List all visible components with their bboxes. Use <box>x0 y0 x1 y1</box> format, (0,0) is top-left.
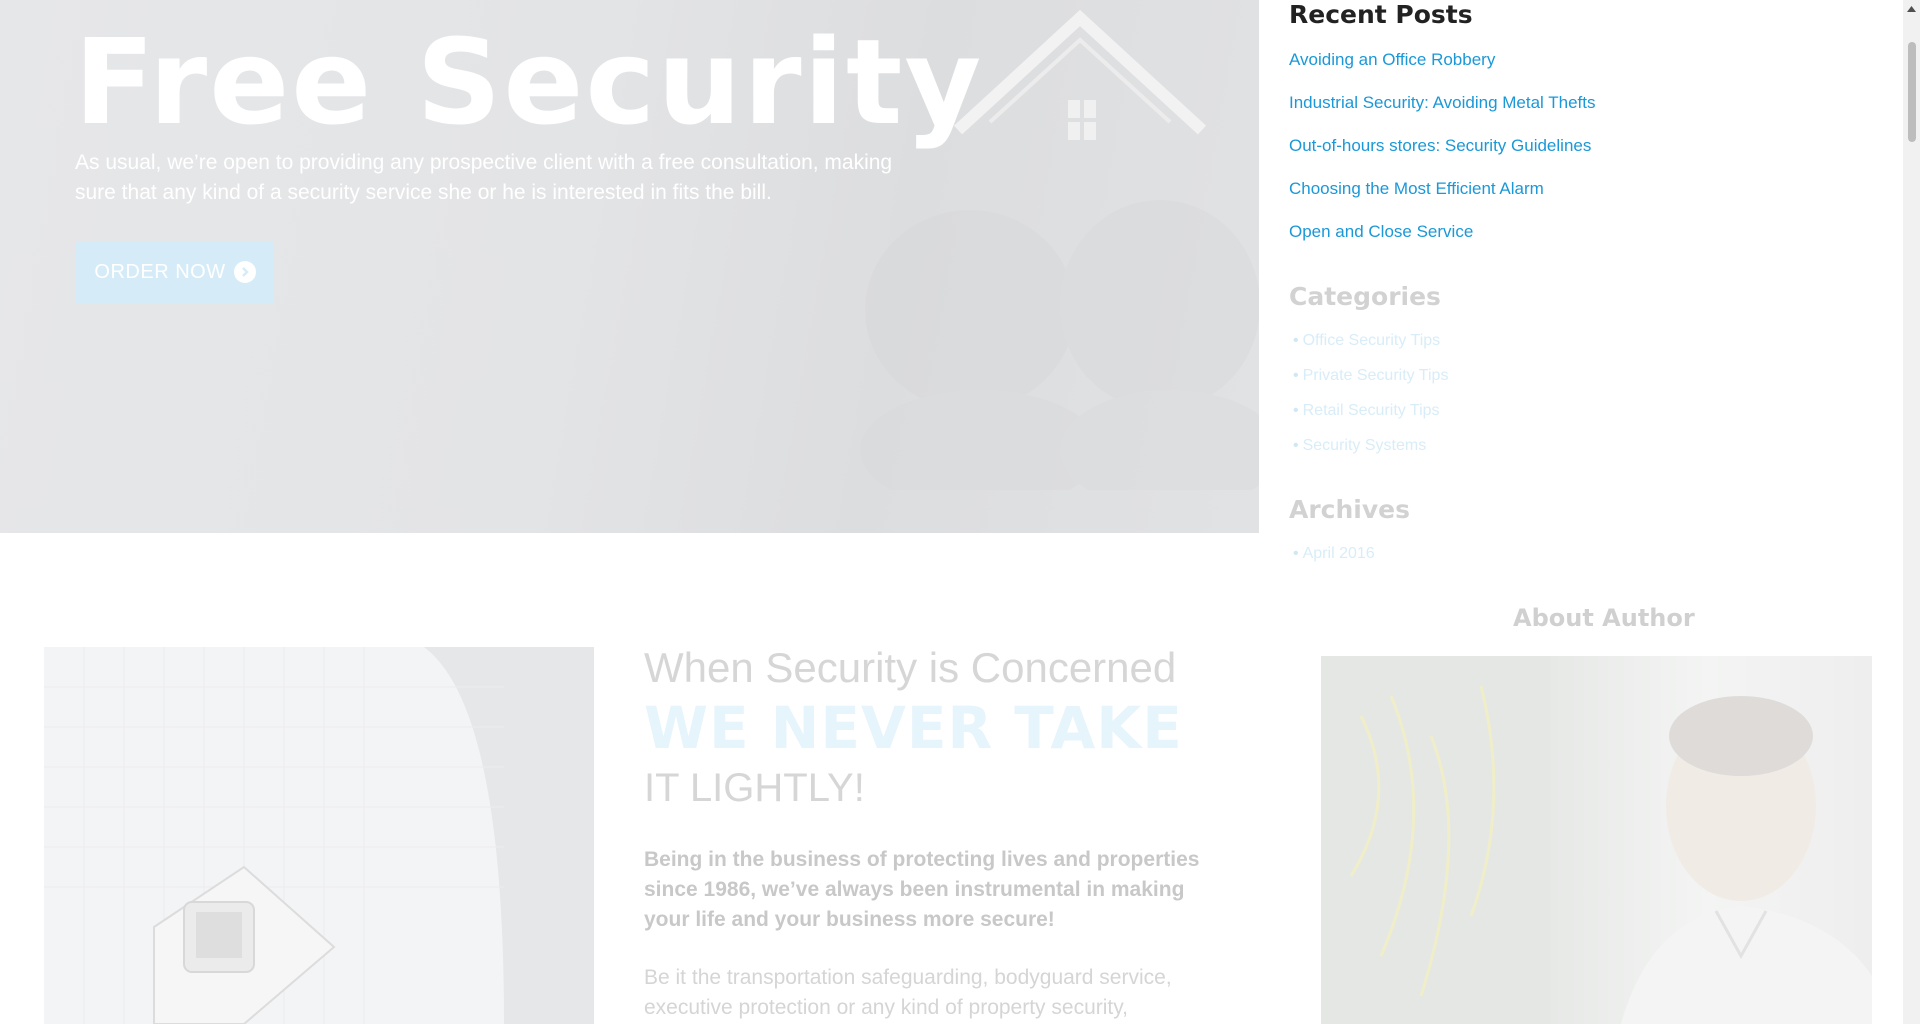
list-item: • Retail Security Tips <box>1293 402 1448 437</box>
order-now-button[interactable]: ORDER NOW <box>76 241 274 303</box>
order-now-label: ORDER NOW <box>94 260 226 283</box>
category-link[interactable]: Office Security Tips <box>1303 332 1441 349</box>
page: Free Security As usual, we’re open to pr… <box>0 0 1920 1024</box>
hero-description: As usual, we’re open to providing any pr… <box>75 151 893 204</box>
list-item: Industrial Security: Avoiding Metal Thef… <box>1289 93 1595 136</box>
services-paragraph: Be it the transportation safeguarding, b… <box>644 966 1172 1019</box>
recent-posts-title: Recent Posts <box>1289 0 1473 29</box>
list-item: Out-of-hours stores: Security Guidelines <box>1289 136 1595 179</box>
archives-title: Archives <box>1289 495 1410 524</box>
list-item: Avoiding an Office Robbery <box>1289 50 1595 93</box>
author-photo <box>1321 656 1872 1024</box>
hero-section: Free Security As usual, we’re open to pr… <box>0 0 1259 533</box>
list-item: • Private Security Tips <box>1293 367 1448 402</box>
recent-posts-list: Avoiding an Office Robbery Industrial Se… <box>1289 50 1595 265</box>
bullet-icon: • <box>1293 402 1299 419</box>
category-link[interactable]: Security Systems <box>1303 437 1427 454</box>
category-link[interactable]: Private Security Tips <box>1303 367 1449 384</box>
concern-heading-line2: WE NEVER TAKE <box>644 694 1183 762</box>
chevron-right-circle-icon <box>233 261 256 283</box>
concern-heading-line3: IT LIGHTLY! <box>644 766 865 810</box>
scrollbar-thumb[interactable] <box>1908 42 1916 142</box>
categories-title: Categories <box>1289 282 1441 311</box>
list-item: • Security Systems <box>1293 437 1448 472</box>
vertical-scrollbar[interactable] <box>1903 0 1920 1024</box>
intro-paragraph: Being in the business of protecting live… <box>644 848 1200 931</box>
bullet-icon: • <box>1293 437 1299 454</box>
list-item: • April 2016 <box>1293 545 1375 563</box>
scroll-up-arrow-icon[interactable] <box>1903 0 1920 17</box>
list-item: Choosing the Most Efficient Alarm <box>1289 179 1595 222</box>
recent-post-link[interactable]: Out-of-hours stores: Security Guidelines <box>1289 136 1591 155</box>
hands-image <box>860 200 1259 490</box>
recent-post-link[interactable]: Industrial Security: Avoiding Metal Thef… <box>1289 93 1595 112</box>
about-author-title: About Author <box>1513 604 1695 632</box>
bullet-icon: • <box>1293 332 1299 349</box>
recent-post-link[interactable]: Open and Close Service <box>1289 222 1473 241</box>
hero-title: Free Security <box>74 13 984 151</box>
bullet-icon: • <box>1293 367 1299 384</box>
categories-list: • Office Security Tips • Private Security … <box>1293 332 1448 472</box>
archives-list: • April 2016 <box>1293 545 1375 563</box>
security-camera-image <box>44 647 594 1024</box>
concern-heading-line1: When Security is Concerned <box>644 644 1177 691</box>
recent-post-link[interactable]: Avoiding an Office Robbery <box>1289 50 1495 69</box>
list-item: • Office Security Tips <box>1293 332 1448 367</box>
recent-post-link[interactable]: Choosing the Most Efficient Alarm <box>1289 179 1544 198</box>
category-link[interactable]: Retail Security Tips <box>1303 402 1440 419</box>
bullet-icon: • <box>1293 545 1299 562</box>
list-item: Open and Close Service <box>1289 222 1595 265</box>
house-roof-image <box>953 10 1207 140</box>
archive-link[interactable]: April 2016 <box>1303 545 1375 562</box>
